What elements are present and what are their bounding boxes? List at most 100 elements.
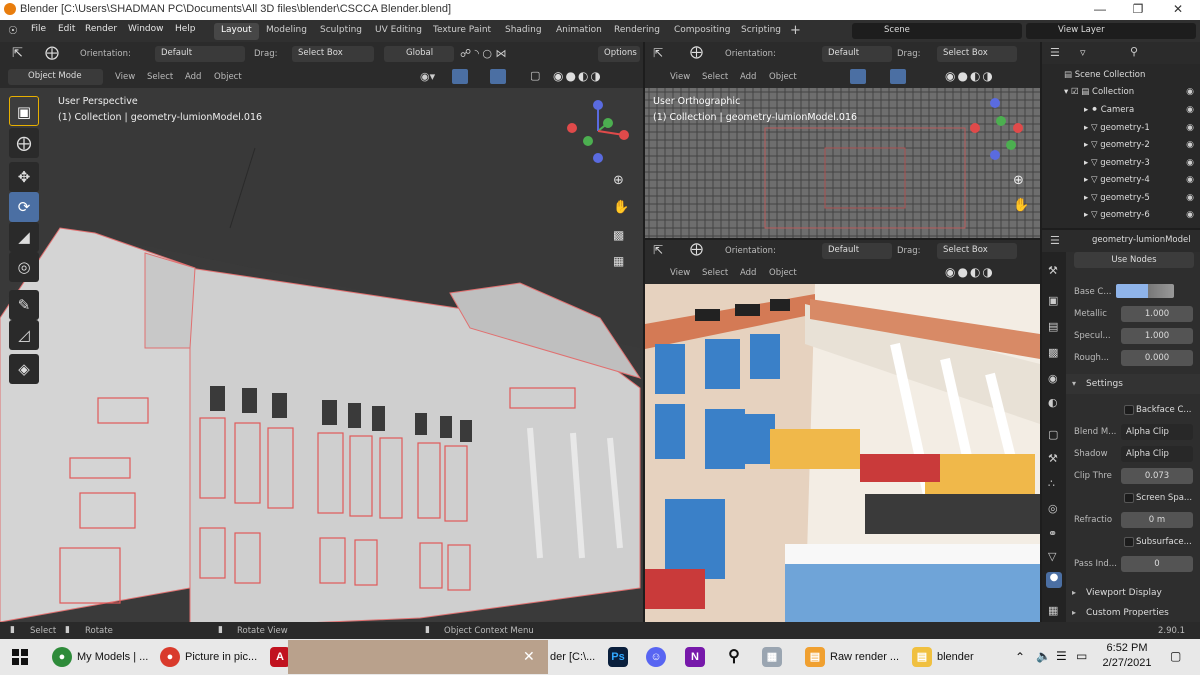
- refraction-depth-field[interactable]: 0 m: [1121, 512, 1193, 528]
- orientation-dropdown-tr[interactable]: Default: [822, 46, 892, 62]
- base-color-swatch[interactable]: [1116, 284, 1174, 298]
- br-shading-icon[interactable]: ◉●◐◑: [945, 265, 995, 279]
- pivot-icon-tr[interactable]: ⨁: [690, 45, 703, 60]
- close-button[interactable]: ✕: [1168, 2, 1188, 18]
- world-tab-icon[interactable]: ◐: [1048, 396, 1058, 409]
- tab-uv-editing[interactable]: UV Editing: [368, 23, 429, 40]
- eye-icon[interactable]: ◉: [1186, 193, 1194, 203]
- tr-navigation-gizmo[interactable]: [963, 93, 1033, 163]
- tr-menu-object[interactable]: Object: [769, 72, 797, 82]
- blend-mode-dropdown[interactable]: Alpha Clip: [1121, 424, 1193, 440]
- cursor-tool[interactable]: ⨁: [9, 128, 39, 158]
- menu-file[interactable]: File: [31, 24, 46, 34]
- menu-edit[interactable]: Edit: [58, 24, 75, 34]
- use-nodes-button[interactable]: Use Nodes: [1074, 252, 1194, 268]
- filter-icon[interactable]: ▿: [1080, 46, 1086, 59]
- backface-checkbox[interactable]: [1124, 405, 1134, 415]
- clock-time[interactable]: 6:52 PM: [1104, 642, 1150, 654]
- pass-index-field[interactable]: 0: [1121, 556, 1193, 572]
- perspective-grid-icon[interactable]: ▦: [613, 254, 624, 268]
- outliner-item[interactable]: ▸ ▽ geometry-6 ◉: [1084, 210, 1200, 228]
- drag-dropdown-tr[interactable]: Select Box: [937, 46, 1017, 62]
- viewport-menu-select[interactable]: Select: [147, 72, 173, 82]
- move-tool[interactable]: ✥: [9, 162, 39, 192]
- tr-menu-select[interactable]: Select: [702, 72, 728, 82]
- br-menu-object[interactable]: Object: [769, 268, 797, 278]
- taskbar-onenote[interactable]: N: [685, 643, 710, 671]
- scale-tool[interactable]: ◢: [9, 222, 39, 252]
- volume-icon[interactable]: 🔈: [1036, 649, 1051, 663]
- physics-tab-icon[interactable]: ◎: [1048, 502, 1058, 515]
- xray-icon[interactable]: ▢: [530, 69, 540, 82]
- tab-rendering[interactable]: Rendering: [607, 23, 667, 40]
- clip-threshold-field[interactable]: 0.073: [1121, 468, 1193, 484]
- render-tab-icon[interactable]: ▣: [1048, 294, 1058, 307]
- outliner-item[interactable]: ▸ ▽ geometry-2 ◉: [1084, 140, 1200, 158]
- transform-orientation-dropdown[interactable]: Global: [384, 46, 454, 62]
- taskbar-discord[interactable]: ☺: [646, 643, 671, 671]
- shadow-mode-dropdown[interactable]: Alpha Clip: [1121, 446, 1193, 462]
- material-tab-icon[interactable]: ●: [1046, 572, 1062, 588]
- tab-shading[interactable]: Shading: [498, 23, 549, 40]
- menu-help[interactable]: Help: [175, 24, 196, 34]
- tab-sculpting[interactable]: Sculpting: [313, 23, 369, 40]
- drag-dropdown-br[interactable]: Select Box: [937, 243, 1017, 259]
- windows-start-icon[interactable]: [12, 649, 28, 665]
- drag-dropdown[interactable]: Select Box: [292, 46, 374, 62]
- pivot-point-icon[interactable]: ☍ ◝ ○ ⋈: [460, 47, 507, 60]
- outliner-item[interactable]: ▸ ▽ geometry-5 ◉: [1084, 193, 1200, 211]
- taskbar-photoshop[interactable]: Ps: [608, 643, 633, 671]
- tab-animation[interactable]: Animation: [549, 23, 609, 40]
- viewport-top-right[interactable]: User Orthographic (1) Collection | geome…: [645, 88, 1040, 238]
- gizmo-toggle-icon[interactable]: [452, 69, 468, 84]
- minimize-button[interactable]: —: [1090, 2, 1110, 18]
- collection-row[interactable]: ▾ ☑ ▤ Collection ◉: [1064, 87, 1200, 105]
- viewport-menu-view[interactable]: View: [115, 72, 135, 82]
- clock-date[interactable]: 2/27/2021: [1100, 657, 1154, 669]
- roughness-field[interactable]: 0.000: [1121, 350, 1193, 366]
- output-tab-icon[interactable]: ▤: [1048, 320, 1058, 333]
- view-layer-tab-icon[interactable]: ▩: [1048, 346, 1058, 359]
- add-workspace-icon[interactable]: +: [790, 23, 801, 38]
- pivot-icon[interactable]: ⨁: [45, 45, 59, 61]
- camera-view-icon[interactable]: ▩: [613, 228, 624, 242]
- eye-icon[interactable]: ◉: [1186, 123, 1194, 133]
- br-menu-select[interactable]: Select: [702, 268, 728, 278]
- taskbar-raw-render[interactable]: ▤ Raw render ...: [805, 643, 899, 671]
- tr-menu-add[interactable]: Add: [740, 72, 756, 82]
- menu-render[interactable]: Render: [85, 24, 117, 34]
- outliner-item[interactable]: ▸ ⚫ Camera ◉: [1084, 105, 1200, 123]
- tab-texture-paint[interactable]: Texture Paint: [426, 23, 498, 40]
- outliner-editor-icon[interactable]: ☰: [1050, 46, 1060, 59]
- br-menu-view[interactable]: View: [670, 268, 690, 278]
- eye-icon[interactable]: ◉: [1186, 175, 1194, 185]
- br-menu-add[interactable]: Add: [740, 268, 756, 278]
- measure-tool[interactable]: ◿: [9, 320, 39, 350]
- scene-collection-row[interactable]: ▤ Scene Collection: [1064, 70, 1145, 88]
- zoom-icon[interactable]: ⊕: [613, 173, 624, 188]
- eye-icon[interactable]: ◉: [1186, 140, 1194, 150]
- tr-menu-view[interactable]: View: [670, 72, 690, 82]
- options-dropdown[interactable]: Options: [598, 46, 640, 62]
- select-tool-icon[interactable]: ⇱: [12, 46, 23, 61]
- navigation-gizmo[interactable]: [560, 93, 640, 168]
- viewport-display-panel[interactable]: ▸ Viewport Display: [1066, 584, 1200, 602]
- taskbar-search-app[interactable]: ⚲: [724, 643, 749, 671]
- viewport-main[interactable]: User Perspective (1) Collection | geomet…: [0, 88, 643, 622]
- collection-eye-icon[interactable]: ◉: [1186, 87, 1194, 97]
- orientation-dropdown[interactable]: Default: [155, 46, 245, 62]
- viewport-rendered[interactable]: [645, 284, 1040, 622]
- settings-panel-header[interactable]: ▾ Settings: [1066, 374, 1200, 394]
- tr-zoom-icon[interactable]: ⊕: [1013, 173, 1024, 188]
- outliner-search-icon[interactable]: ⚲: [1130, 45, 1138, 58]
- view-layer-selector[interactable]: View Layer: [1026, 23, 1196, 39]
- scene-tab-icon[interactable]: ◉: [1048, 372, 1058, 385]
- visibility-icon[interactable]: ◉▾: [420, 70, 435, 83]
- tab-layout[interactable]: Layout: [214, 23, 259, 40]
- annotate-tool[interactable]: ✎: [9, 290, 39, 320]
- viewport-menu-add[interactable]: Add: [185, 72, 201, 82]
- notifications-icon[interactable]: ▢: [1170, 649, 1181, 663]
- taskbar-chrome-pip[interactable]: ● Picture in pic...: [160, 643, 257, 671]
- rotate-tool[interactable]: ⟳: [9, 192, 39, 222]
- pivot-icon-br[interactable]: ⨁: [690, 242, 703, 257]
